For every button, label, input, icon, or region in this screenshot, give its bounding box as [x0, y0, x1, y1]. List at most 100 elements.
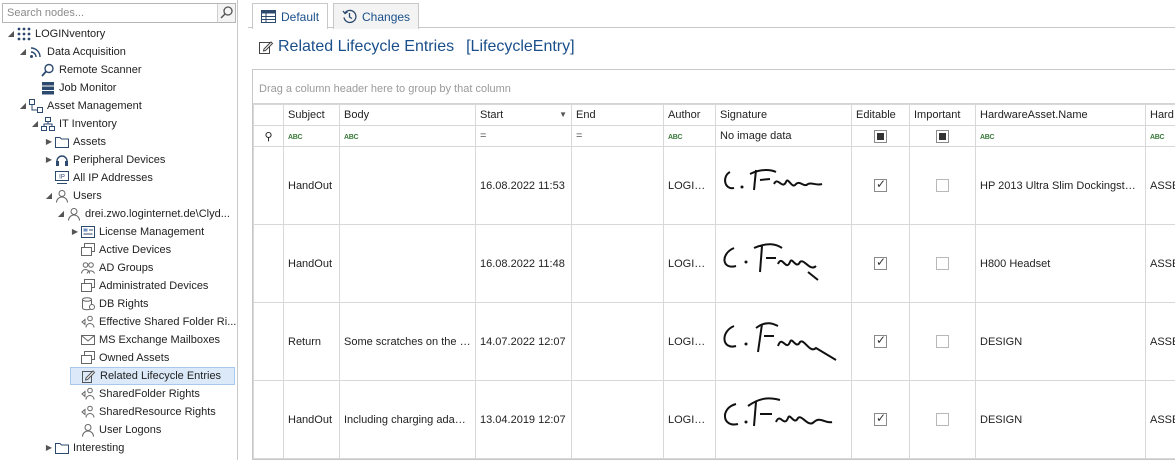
cell-hardware-more[interactable]: ASSE	[1145, 302, 1175, 381]
cell-end[interactable]	[571, 146, 664, 225]
tree-node[interactable]: ▶ Peripheral Devices	[44, 151, 165, 169]
filter-cell-subject[interactable]: ABC	[283, 125, 340, 147]
expand-arrow-icon[interactable]: ▶	[44, 439, 54, 457]
cell-editable[interactable]	[851, 380, 910, 459]
column-header-important[interactable]: Important	[909, 104, 976, 126]
column-header-body[interactable]: Body	[339, 104, 476, 126]
cell-body[interactable]	[339, 146, 476, 225]
cell-hardware-more[interactable]: ASSE	[1145, 224, 1175, 303]
cell-subject[interactable]: HandOut	[283, 146, 340, 225]
tree-node[interactable]: ◢ LOGINventory	[6, 25, 105, 43]
indeterminate-checkbox[interactable]	[936, 129, 949, 143]
filter-cell-important[interactable]	[909, 125, 976, 147]
important-checkbox[interactable]	[936, 257, 949, 270]
cell-hardware-more[interactable]: ASSE	[1145, 380, 1175, 459]
tree-node[interactable]: IP All IP Addresses	[44, 169, 153, 187]
important-checkbox[interactable]	[936, 413, 949, 426]
cell-editable[interactable]	[851, 302, 910, 381]
cell-editable[interactable]	[851, 146, 910, 225]
group-by-panel[interactable]: Drag a column header here to group by th…	[253, 70, 1175, 104]
tree-node[interactable]: Remote Scanner	[30, 61, 142, 79]
collapse-arrow-icon[interactable]: ◢	[44, 187, 54, 205]
tab-default[interactable]: Default	[252, 3, 329, 29]
cell-important[interactable]	[909, 224, 976, 303]
column-header-hardware-name[interactable]: HardwareAsset.Name	[975, 104, 1146, 126]
column-header-hardware-more[interactable]: Hard	[1145, 104, 1175, 126]
cell-end[interactable]	[571, 380, 664, 459]
tree-node[interactable]: SharedFolder Rights	[70, 385, 200, 403]
tree-node[interactable]: Related Lifecycle Entries	[70, 367, 235, 385]
tab-changes[interactable]: Changes	[333, 3, 420, 29]
filter-cell-start[interactable]: =	[475, 125, 572, 147]
tree-node[interactable]: ▶ Interesting	[44, 439, 124, 457]
cell-important[interactable]	[909, 380, 976, 459]
expand-arrow-icon[interactable]: ▶	[44, 133, 54, 151]
cell-start[interactable]: 16.08.2022 11:53	[475, 146, 572, 225]
tree-node[interactable]: ◢ drei.zwo.loginternet.de\Clyd...	[56, 205, 230, 223]
cell-signature[interactable]	[715, 146, 852, 225]
tree-node[interactable]: Active Devices	[70, 241, 171, 259]
tree-node[interactable]: ◢ Asset Management	[18, 97, 142, 115]
tree-node[interactable]: ◢ Users	[44, 187, 102, 205]
filter-cell-hardware-name[interactable]: ABC	[975, 125, 1146, 147]
expand-arrow-icon[interactable]: ▶	[44, 151, 54, 169]
collapse-arrow-icon[interactable]: ◢	[56, 205, 66, 223]
cell-hardware-more[interactable]: ASSE	[1145, 146, 1175, 225]
row-indicator[interactable]	[253, 380, 284, 459]
tree-node[interactable]: User Logons	[70, 421, 161, 439]
tree-node[interactable]: MS Exchange Mailboxes	[70, 331, 220, 349]
cell-hardware-name[interactable]: H800 Headset	[975, 224, 1146, 303]
filter-cell-signature[interactable]: No image data	[715, 125, 852, 147]
cell-start[interactable]: 13.04.2019 12:07	[475, 380, 572, 459]
column-header-editable[interactable]: Editable	[851, 104, 910, 126]
cell-body[interactable]	[339, 224, 476, 303]
tree-node[interactable]: Job Monitor	[30, 79, 116, 97]
column-header-end[interactable]: End	[571, 104, 664, 126]
cell-important[interactable]	[909, 146, 976, 225]
cell-signature[interactable]	[715, 302, 852, 381]
editable-checkbox[interactable]	[874, 255, 887, 270]
table-row[interactable]: HandOut Including charging adapt... 13.04.…	[253, 380, 1175, 459]
cell-hardware-name[interactable]: DESIGN	[975, 380, 1146, 459]
cell-hardware-name[interactable]: DESIGN	[975, 302, 1146, 381]
tree-node[interactable]: SharedResource Rights	[70, 403, 216, 421]
tree-node[interactable]: ▶ License Management	[70, 223, 204, 241]
cell-body[interactable]: Including charging adapt...	[339, 380, 476, 459]
column-header-signature[interactable]: Signature	[715, 104, 852, 126]
expand-arrow-icon[interactable]: ▶	[70, 223, 80, 241]
cell-hardware-name[interactable]: HP 2013 Ultra Slim Dockingstation	[975, 146, 1146, 225]
collapse-arrow-icon[interactable]: ◢	[18, 97, 28, 115]
tree-node[interactable]: Effective Shared Folder Ri...	[70, 313, 236, 331]
cell-subject[interactable]: HandOut	[283, 224, 340, 303]
search-button[interactable]	[217, 4, 235, 22]
column-header-start[interactable]: Start ▼	[475, 104, 572, 126]
cell-author[interactable]: LOGIN\sl	[663, 380, 716, 459]
tree-node[interactable]: ▶ Assets	[44, 133, 106, 151]
filter-cell-hardware-more[interactable]: ABC	[1145, 125, 1175, 147]
cell-editable[interactable]	[851, 224, 910, 303]
tree-node[interactable]: AD Groups	[70, 259, 153, 277]
important-checkbox[interactable]	[936, 179, 949, 192]
filter-cell-body[interactable]: ABC	[339, 125, 476, 147]
filter-cell-end[interactable]: =	[571, 125, 664, 147]
cell-signature[interactable]	[715, 224, 852, 303]
search-input[interactable]	[3, 4, 219, 22]
cell-start[interactable]: 14.07.2022 12:07	[475, 302, 572, 381]
tree-node[interactable]: Administrated Devices	[70, 277, 208, 295]
editable-checkbox[interactable]	[874, 177, 887, 192]
indeterminate-checkbox[interactable]	[874, 129, 887, 143]
cell-author[interactable]: LOGIN\sl	[663, 146, 716, 225]
tree-node[interactable]: Owned Assets	[70, 349, 169, 367]
editable-checkbox[interactable]	[874, 411, 887, 426]
filter-cell-author[interactable]: ABC	[663, 125, 716, 147]
tree-node[interactable]: ◢ Data Acquisition	[18, 43, 126, 61]
cell-body[interactable]: Some scratches on the b...	[339, 302, 476, 381]
row-indicator[interactable]	[253, 224, 284, 303]
column-header-subject[interactable]: Subject	[283, 104, 340, 126]
table-row[interactable]: HandOut 16.08.2022 11:53 LOGIN\sl HP 2013 U…	[253, 146, 1175, 225]
cell-author[interactable]: LOGIN\sl	[663, 302, 716, 381]
tree-node[interactable]: DB Rights	[70, 295, 149, 313]
row-indicator[interactable]	[253, 302, 284, 381]
table-row[interactable]: Return Some scratches on the b... 14.07.20…	[253, 302, 1175, 381]
cell-end[interactable]	[571, 302, 664, 381]
